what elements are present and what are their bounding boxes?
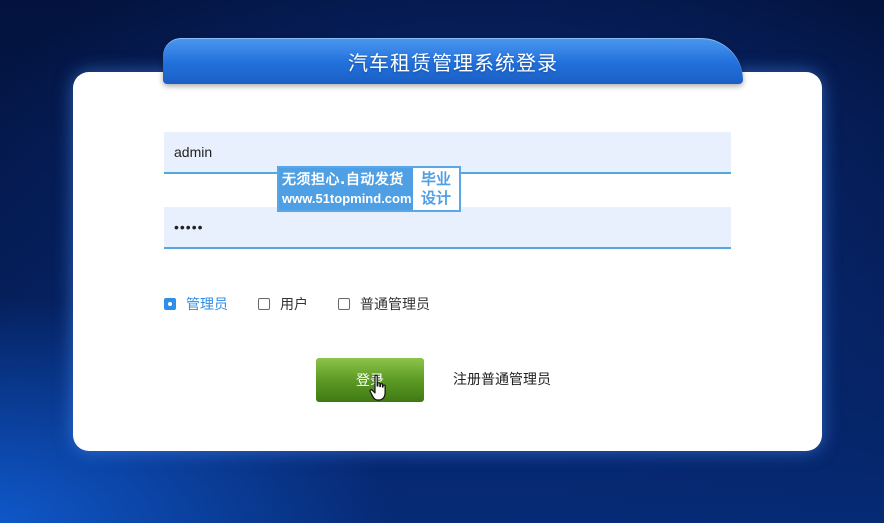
checkbox-checked-icon[interactable]	[164, 298, 176, 310]
login-title-bar: 汽车租赁管理系统登录	[163, 38, 743, 84]
watermark-right-top: 毕业	[420, 170, 451, 188]
checkbox-icon[interactable]	[338, 298, 350, 310]
role-label-admin: 管理员	[186, 297, 228, 313]
watermark-right: 毕业 设计	[413, 168, 459, 210]
register-normal-admin-link[interactable]: 注册普通管理员	[453, 369, 551, 389]
role-option-normal-admin[interactable]: 普通管理员	[338, 294, 430, 314]
role-option-user[interactable]: 用户	[258, 294, 308, 314]
checkbox-icon[interactable]	[258, 298, 270, 310]
role-label-normal-admin: 普通管理员	[360, 297, 430, 313]
watermark-url: www.51topmind.com	[282, 191, 412, 206]
page-title: 汽车租赁管理系统登录	[348, 50, 558, 75]
watermark-right-bottom: 设计	[420, 189, 451, 207]
role-selector: 管理员 用户 普通管理员	[164, 294, 460, 314]
watermark-left: 无须担心.自动发货 www.51topmind.com	[279, 168, 413, 210]
password-input[interactable]	[164, 207, 731, 249]
watermark-slogan: 无须担心.自动发货	[282, 172, 404, 188]
watermark-badge: 无须担心.自动发货 www.51topmind.com 毕业 设计	[277, 166, 461, 212]
login-card: 管理员 用户 普通管理员 登录 注册普通管理员	[73, 72, 822, 451]
role-label-user: 用户	[280, 297, 308, 313]
hand-pointer-icon	[369, 374, 386, 401]
role-option-admin[interactable]: 管理员	[164, 294, 228, 314]
